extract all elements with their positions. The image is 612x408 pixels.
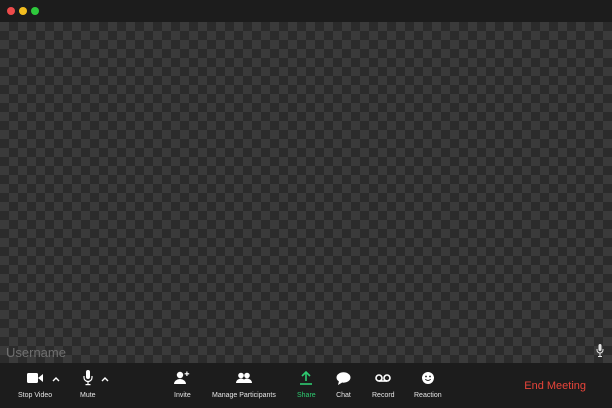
stop-video-label: Stop Video bbox=[18, 392, 53, 399]
reaction-label: Reaction bbox=[414, 392, 442, 399]
share-button[interactable]: Share bbox=[297, 369, 316, 399]
window-maximize-button[interactable] bbox=[31, 7, 39, 15]
chat-label: Chat bbox=[336, 392, 351, 399]
mute-label: Mute bbox=[80, 392, 96, 399]
manage-participants-label: Manage Participants bbox=[212, 392, 276, 399]
participants-icon bbox=[235, 369, 252, 387]
participant-username: Username bbox=[6, 345, 66, 360]
record-button[interactable]: Record bbox=[372, 369, 395, 399]
record-label: Record bbox=[372, 392, 395, 399]
window-titlebar bbox=[0, 0, 612, 22]
meeting-toolbar: Stop Video Mute Invite Manage Participan… bbox=[0, 363, 612, 408]
stop-video-button[interactable]: Stop Video bbox=[18, 369, 52, 399]
window-close-button[interactable] bbox=[7, 7, 15, 15]
chat-button[interactable]: Chat bbox=[336, 369, 351, 399]
chat-bubble-icon bbox=[336, 369, 351, 387]
window-minimize-button[interactable] bbox=[19, 7, 27, 15]
add-person-icon bbox=[174, 369, 190, 387]
video-camera-icon bbox=[27, 369, 44, 387]
video-area: Username bbox=[0, 22, 612, 363]
audio-options-chevron-up-icon[interactable] bbox=[100, 375, 110, 383]
share-label: Share bbox=[297, 392, 316, 399]
microphone-icon bbox=[596, 344, 604, 357]
mute-button[interactable]: Mute bbox=[80, 369, 96, 399]
invite-button[interactable]: Invite bbox=[174, 369, 191, 399]
smiley-icon bbox=[421, 369, 435, 387]
manage-participants-button[interactable]: Manage Participants bbox=[212, 369, 276, 399]
reaction-button[interactable]: Reaction bbox=[414, 369, 442, 399]
invite-label: Invite bbox=[174, 392, 191, 399]
share-up-arrow-icon bbox=[299, 369, 313, 387]
record-icon bbox=[375, 369, 392, 387]
video-options-chevron-up-icon[interactable] bbox=[51, 375, 61, 383]
microphone-icon bbox=[83, 369, 93, 387]
end-meeting-button[interactable]: End Meeting bbox=[524, 380, 586, 392]
